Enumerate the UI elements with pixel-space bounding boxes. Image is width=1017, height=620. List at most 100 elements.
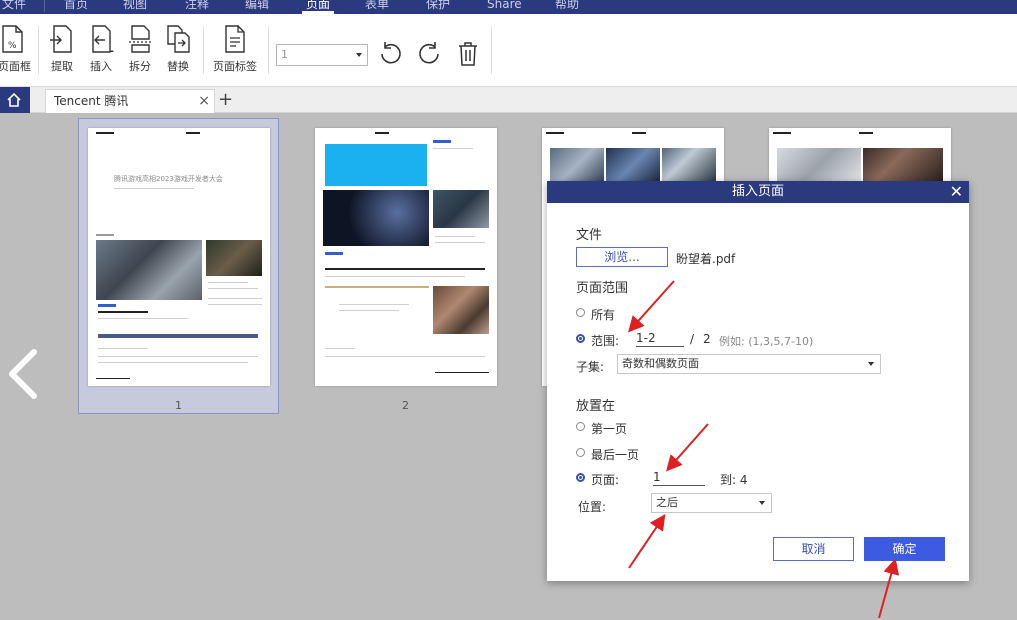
thumb-text [325, 348, 355, 349]
thumb-tag [433, 140, 451, 143]
thumb-text [435, 236, 475, 237]
thumb-text [98, 311, 148, 313]
chevron-down-icon [356, 53, 362, 57]
menu-protect[interactable]: 保护 [426, 0, 450, 12]
browse-button[interactable]: 浏览... [576, 247, 668, 267]
range-example: 例如: (1,3,5,7-10) [719, 335, 814, 348]
thumb-cyan-block [325, 144, 427, 186]
selected-file-name: 盼望着.pdf [676, 252, 736, 266]
replace-icon [167, 25, 190, 53]
menu-bar: 文件 首页 视图 注释 编辑 页面 表单 保护 Share 帮助 [0, 0, 1017, 14]
page-number-value: 1 [281, 48, 288, 61]
range-custom-radio[interactable] [576, 334, 585, 343]
thumb-text [375, 132, 389, 134]
split-icon [129, 25, 151, 53]
menu-page[interactable]: 页面 [301, 0, 335, 14]
menu-share[interactable]: Share [487, 0, 522, 12]
thumb-text [773, 132, 791, 134]
thumb-text [339, 310, 399, 311]
ok-button[interactable]: 确定 [864, 537, 945, 561]
page-thumbnail-1[interactable]: 腾讯游戏高相2023游戏开发者大会 [88, 128, 270, 386]
insert-page-dialog: 插入页面 ✕ 文件 浏览... 盼望着.pdf 页面范围 所有 范围: 1-2 … [547, 181, 969, 581]
svg-text:%: % [8, 41, 17, 51]
thumb-tag [325, 252, 343, 255]
split-button[interactable]: 拆分 [126, 24, 154, 74]
tab-title: Tencent 腾讯 [54, 94, 129, 108]
menu-edit[interactable]: 编辑 [245, 0, 269, 12]
thumb-tag [98, 304, 116, 307]
range-all-radio[interactable] [576, 308, 585, 317]
toolbar-separator [203, 26, 204, 74]
subset-select[interactable]: 奇数和偶数页面 [617, 354, 881, 374]
thumb-text [325, 356, 485, 357]
menu-separator [44, 0, 45, 12]
page-label-button[interactable]: 页面标签 [212, 24, 258, 74]
delete-icon[interactable] [455, 41, 481, 67]
cancel-button[interactable]: 取消 [773, 537, 854, 561]
page-toolbar: % 页面框 提取 插入 拆分 替换 页面标签 1 [0, 14, 1017, 87]
page-box-button[interactable]: % 页面框 [0, 24, 31, 74]
thumb-text [632, 132, 646, 134]
thumb-text [208, 298, 262, 299]
toolbar-separator [38, 26, 39, 74]
thumb-text [186, 132, 200, 134]
menu-view[interactable]: 视图 [123, 0, 147, 12]
page-number-select[interactable]: 1 [276, 44, 368, 66]
subset-value: 奇数和偶数页面 [622, 357, 699, 370]
place-first-label: 第一页 [591, 422, 628, 436]
menu-form[interactable]: 表单 [365, 0, 389, 12]
thumb-photo [550, 148, 604, 182]
place-page-input[interactable]: 1 [653, 470, 705, 486]
tab-tencent[interactable]: Tencent 腾讯 × [45, 89, 215, 113]
add-tab-icon[interactable]: + [218, 89, 233, 111]
thumb-text [546, 132, 564, 134]
thumb-text [208, 288, 258, 289]
thumb-photo [323, 190, 429, 246]
menu-home[interactable]: 首页 [64, 0, 88, 12]
thumb-band [98, 334, 258, 338]
place-page-label: 页面: [591, 473, 620, 487]
replace-button[interactable]: 替换 [164, 24, 192, 74]
menu-file[interactable]: 文件 [2, 0, 26, 12]
insert-label: 插入 [90, 60, 112, 73]
position-select[interactable]: 之后 [651, 493, 772, 513]
place-last-radio[interactable] [576, 448, 585, 457]
page-thumbnail-2[interactable] [315, 128, 497, 386]
thumb-text [433, 148, 473, 149]
position-value: 之后 [656, 496, 678, 509]
thumb-text [96, 132, 114, 134]
thumb-text [859, 132, 873, 134]
dialog-title: 插入页面 [547, 181, 969, 203]
menu-annotate[interactable]: 注释 [185, 0, 209, 12]
place-page-radio[interactable] [576, 473, 585, 482]
insert-button[interactable]: 插入 [86, 24, 116, 74]
home-tab[interactable] [0, 87, 30, 113]
thumb-text [98, 356, 258, 357]
place-section-label: 放置在 [576, 399, 616, 414]
thumb-photo [206, 240, 262, 276]
thumb-photo [662, 148, 716, 182]
page-label-icon [225, 25, 245, 53]
thumb-photo [433, 286, 489, 334]
extract-label: 提取 [51, 60, 73, 73]
thumb-text [96, 234, 114, 236]
rotate-right-icon[interactable] [416, 41, 442, 67]
extract-button[interactable]: 提取 [48, 24, 76, 74]
thumb-text [98, 362, 248, 363]
chevron-down-icon [868, 362, 874, 366]
place-first-radio[interactable] [576, 422, 585, 431]
range-custom-label: 范围: [591, 334, 620, 348]
menu-help[interactable]: 帮助 [555, 0, 579, 12]
range-input[interactable]: 1-2 [636, 331, 684, 347]
page-label-label: 页面标签 [213, 60, 257, 73]
place-to-label: 到: 4 [720, 473, 748, 487]
file-section-label: 文件 [576, 228, 603, 243]
replace-label: 替换 [167, 60, 189, 73]
close-tab-icon[interactable]: × [198, 90, 210, 112]
rotate-left-icon[interactable] [378, 41, 404, 67]
page-box-label: 页面框 [0, 60, 31, 73]
thumb-photo [606, 148, 660, 182]
close-icon[interactable]: ✕ [950, 181, 963, 203]
thumb-text [435, 372, 489, 373]
previous-page-icon[interactable] [6, 348, 40, 400]
